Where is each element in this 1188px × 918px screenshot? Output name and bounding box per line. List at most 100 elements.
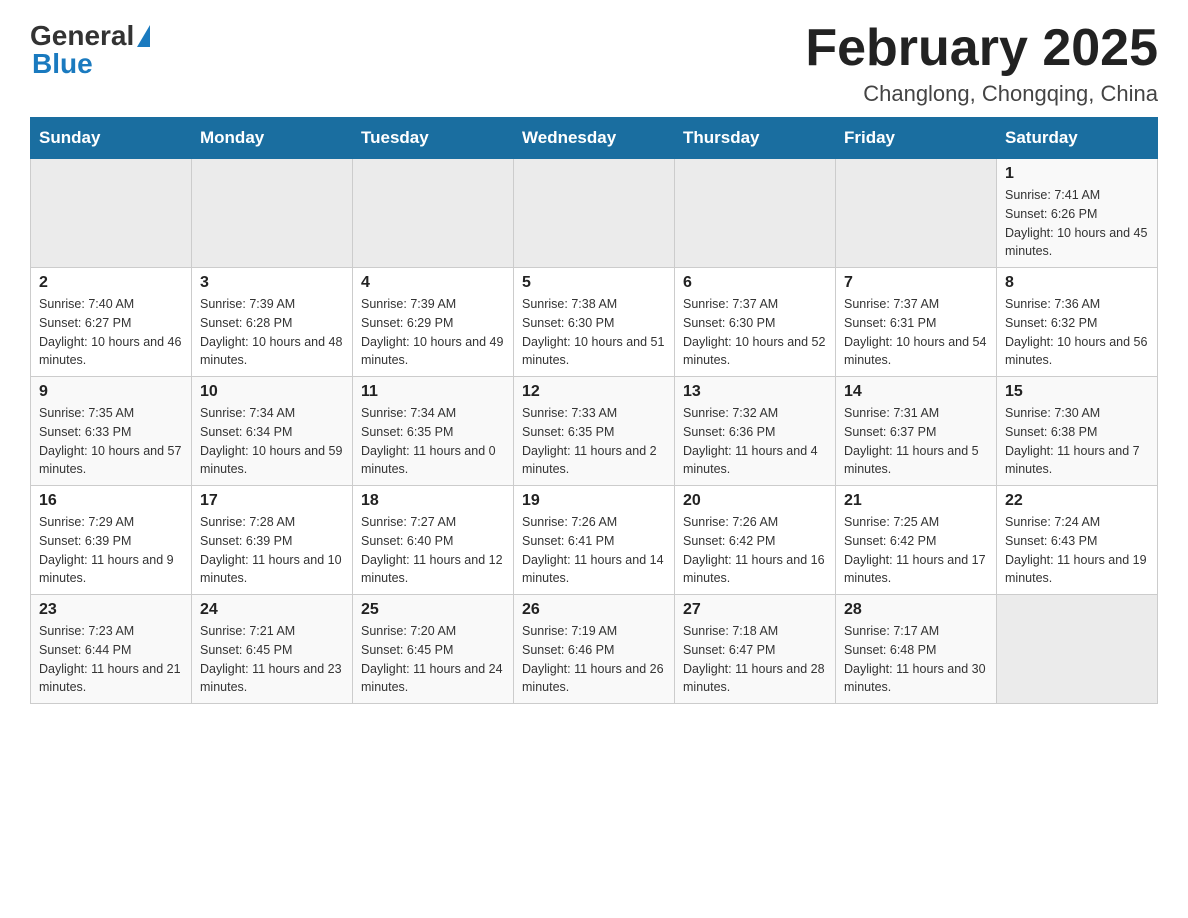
day-info: Sunrise: 7:37 AMSunset: 6:30 PMDaylight:… bbox=[683, 295, 827, 370]
cell-week4-day3: 19 Sunrise: 7:26 AMSunset: 6:41 PMDayligh… bbox=[514, 486, 675, 595]
cell-week4-day5: 21 Sunrise: 7:25 AMSunset: 6:42 PMDayligh… bbox=[836, 486, 997, 595]
day-number: 3 bbox=[200, 274, 344, 292]
cell-week4-day1: 17 Sunrise: 7:28 AMSunset: 6:39 PMDayligh… bbox=[192, 486, 353, 595]
cell-week1-day5 bbox=[836, 159, 997, 268]
day-info: Sunrise: 7:26 AMSunset: 6:41 PMDaylight:… bbox=[522, 513, 666, 588]
day-number: 26 bbox=[522, 601, 666, 619]
day-info: Sunrise: 7:24 AMSunset: 6:43 PMDaylight:… bbox=[1005, 513, 1149, 588]
day-number: 27 bbox=[683, 601, 827, 619]
cell-week4-day0: 16 Sunrise: 7:29 AMSunset: 6:39 PMDayligh… bbox=[31, 486, 192, 595]
day-number: 25 bbox=[361, 601, 505, 619]
day-info: Sunrise: 7:20 AMSunset: 6:45 PMDaylight:… bbox=[361, 622, 505, 697]
cell-week5-day5: 28Sunrise: 7:17 AMSunset: 6:48 PMDayligh… bbox=[836, 595, 997, 704]
day-info: Sunrise: 7:27 AMSunset: 6:40 PMDaylight:… bbox=[361, 513, 505, 588]
day-number: 2 bbox=[39, 274, 183, 292]
day-info: Sunrise: 7:39 AMSunset: 6:29 PMDaylight:… bbox=[361, 295, 505, 370]
day-info: Sunrise: 7:26 AMSunset: 6:42 PMDaylight:… bbox=[683, 513, 827, 588]
week-row-3: 9Sunrise: 7:35 AMSunset: 6:33 PMDaylight… bbox=[31, 377, 1158, 486]
logo: General Blue bbox=[30, 20, 153, 80]
day-number: 15 bbox=[1005, 383, 1149, 401]
cell-week3-day1: 10 Sunrise: 7:34 AMSunset: 6:34 PMDayligh… bbox=[192, 377, 353, 486]
day-info: Sunrise: 7:40 AMSunset: 6:27 PMDaylight:… bbox=[39, 295, 183, 370]
cell-week2-day4: 6 Sunrise: 7:37 AMSunset: 6:30 PMDaylight… bbox=[675, 268, 836, 377]
cell-week1-day2 bbox=[353, 159, 514, 268]
day-number: 17 bbox=[200, 492, 344, 510]
day-number: 4 bbox=[361, 274, 505, 292]
day-number: 19 bbox=[522, 492, 666, 510]
day-number: 24 bbox=[200, 601, 344, 619]
page-header: General Blue February 2025 Changlong, Ch… bbox=[30, 20, 1158, 107]
day-info: Sunrise: 7:35 AMSunset: 6:33 PMDaylight:… bbox=[39, 404, 183, 479]
day-info: Sunrise: 7:21 AMSunset: 6:45 PMDaylight:… bbox=[200, 622, 344, 697]
day-info: Sunrise: 7:39 AMSunset: 6:28 PMDaylight:… bbox=[200, 295, 344, 370]
day-info: Sunrise: 7:29 AMSunset: 6:39 PMDaylight:… bbox=[39, 513, 183, 588]
day-number: 1 bbox=[1005, 165, 1149, 183]
day-number: 8 bbox=[1005, 274, 1149, 292]
day-number: 14 bbox=[844, 383, 988, 401]
logo-triangle-icon bbox=[137, 25, 150, 47]
day-info: Sunrise: 7:34 AMSunset: 6:34 PMDaylight:… bbox=[200, 404, 344, 479]
day-number: 20 bbox=[683, 492, 827, 510]
day-number: 28 bbox=[844, 601, 988, 619]
title-block: February 2025 Changlong, Chongqing, Chin… bbox=[805, 20, 1158, 107]
header-saturday: Saturday bbox=[997, 118, 1158, 159]
day-number: 10 bbox=[200, 383, 344, 401]
day-number: 7 bbox=[844, 274, 988, 292]
day-info: Sunrise: 7:34 AMSunset: 6:35 PMDaylight:… bbox=[361, 404, 505, 479]
cell-week1-day1 bbox=[192, 159, 353, 268]
day-info: Sunrise: 7:23 AMSunset: 6:44 PMDaylight:… bbox=[39, 622, 183, 697]
day-number: 21 bbox=[844, 492, 988, 510]
header-wednesday: Wednesday bbox=[514, 118, 675, 159]
week-row-1: 1 Sunrise: 7:41 AMSunset: 6:26 PMDaylight… bbox=[31, 159, 1158, 268]
calendar-table: Sunday Monday Tuesday Wednesday Thursday… bbox=[30, 117, 1158, 704]
week-row-2: 2 Sunrise: 7:40 AMSunset: 6:27 PMDaylight… bbox=[31, 268, 1158, 377]
day-number: 16 bbox=[39, 492, 183, 510]
cell-week2-day6: 8 Sunrise: 7:36 AMSunset: 6:32 PMDaylight… bbox=[997, 268, 1158, 377]
day-info: Sunrise: 7:31 AMSunset: 6:37 PMDaylight:… bbox=[844, 404, 988, 479]
weekday-header-row: Sunday Monday Tuesday Wednesday Thursday… bbox=[31, 118, 1158, 159]
cell-week1-day4 bbox=[675, 159, 836, 268]
day-number: 23 bbox=[39, 601, 183, 619]
cell-week5-day2: 25 Sunrise: 7:20 AMSunset: 6:45 PMDayligh… bbox=[353, 595, 514, 704]
day-info: Sunrise: 7:19 AMSunset: 6:46 PMDaylight:… bbox=[522, 622, 666, 697]
day-number: 18 bbox=[361, 492, 505, 510]
day-number: 5 bbox=[522, 274, 666, 292]
cell-week1-day6: 1 Sunrise: 7:41 AMSunset: 6:26 PMDaylight… bbox=[997, 159, 1158, 268]
day-info: Sunrise: 7:41 AMSunset: 6:26 PMDaylight:… bbox=[1005, 186, 1149, 261]
day-number: 6 bbox=[683, 274, 827, 292]
day-info: Sunrise: 7:36 AMSunset: 6:32 PMDaylight:… bbox=[1005, 295, 1149, 370]
header-monday: Monday bbox=[192, 118, 353, 159]
cell-week3-day5: 14 Sunrise: 7:31 AMSunset: 6:37 PMDayligh… bbox=[836, 377, 997, 486]
cell-week5-day0: 23 Sunrise: 7:23 AMSunset: 6:44 PMDayligh… bbox=[31, 595, 192, 704]
cell-week2-day2: 4 Sunrise: 7:39 AMSunset: 6:29 PMDaylight… bbox=[353, 268, 514, 377]
cell-week3-day4: 13 Sunrise: 7:32 AMSunset: 6:36 PMDayligh… bbox=[675, 377, 836, 486]
cell-week1-day3 bbox=[514, 159, 675, 268]
week-row-4: 16 Sunrise: 7:29 AMSunset: 6:39 PMDayligh… bbox=[31, 486, 1158, 595]
day-number: 11 bbox=[361, 383, 505, 401]
cell-week4-day4: 20 Sunrise: 7:26 AMSunset: 6:42 PMDayligh… bbox=[675, 486, 836, 595]
day-info: Sunrise: 7:25 AMSunset: 6:42 PMDaylight:… bbox=[844, 513, 988, 588]
cell-week3-day2: 11 Sunrise: 7:34 AMSunset: 6:35 PMDayligh… bbox=[353, 377, 514, 486]
cell-week5-day6 bbox=[997, 595, 1158, 704]
cell-week2-day5: 7 Sunrise: 7:37 AMSunset: 6:31 PMDaylight… bbox=[836, 268, 997, 377]
location-subtitle: Changlong, Chongqing, China bbox=[805, 81, 1158, 107]
day-number: 22 bbox=[1005, 492, 1149, 510]
cell-week4-day2: 18 Sunrise: 7:27 AMSunset: 6:40 PMDayligh… bbox=[353, 486, 514, 595]
cell-week1-day0 bbox=[31, 159, 192, 268]
day-number: 12 bbox=[522, 383, 666, 401]
header-friday: Friday bbox=[836, 118, 997, 159]
cell-week2-day0: 2 Sunrise: 7:40 AMSunset: 6:27 PMDaylight… bbox=[31, 268, 192, 377]
day-info: Sunrise: 7:28 AMSunset: 6:39 PMDaylight:… bbox=[200, 513, 344, 588]
cell-week4-day6: 22 Sunrise: 7:24 AMSunset: 6:43 PMDayligh… bbox=[997, 486, 1158, 595]
day-info: Sunrise: 7:30 AMSunset: 6:38 PMDaylight:… bbox=[1005, 404, 1149, 479]
cell-week3-day0: 9Sunrise: 7:35 AMSunset: 6:33 PMDaylight… bbox=[31, 377, 192, 486]
month-title: February 2025 bbox=[805, 20, 1158, 77]
day-number: 13 bbox=[683, 383, 827, 401]
cell-week3-day3: 12 Sunrise: 7:33 AMSunset: 6:35 PMDayligh… bbox=[514, 377, 675, 486]
day-info: Sunrise: 7:33 AMSunset: 6:35 PMDaylight:… bbox=[522, 404, 666, 479]
header-thursday: Thursday bbox=[675, 118, 836, 159]
cell-week3-day6: 15 Sunrise: 7:30 AMSunset: 6:38 PMDayligh… bbox=[997, 377, 1158, 486]
cell-week2-day1: 3 Sunrise: 7:39 AMSunset: 6:28 PMDaylight… bbox=[192, 268, 353, 377]
day-info: Sunrise: 7:37 AMSunset: 6:31 PMDaylight:… bbox=[844, 295, 988, 370]
day-info: Sunrise: 7:32 AMSunset: 6:36 PMDaylight:… bbox=[683, 404, 827, 479]
